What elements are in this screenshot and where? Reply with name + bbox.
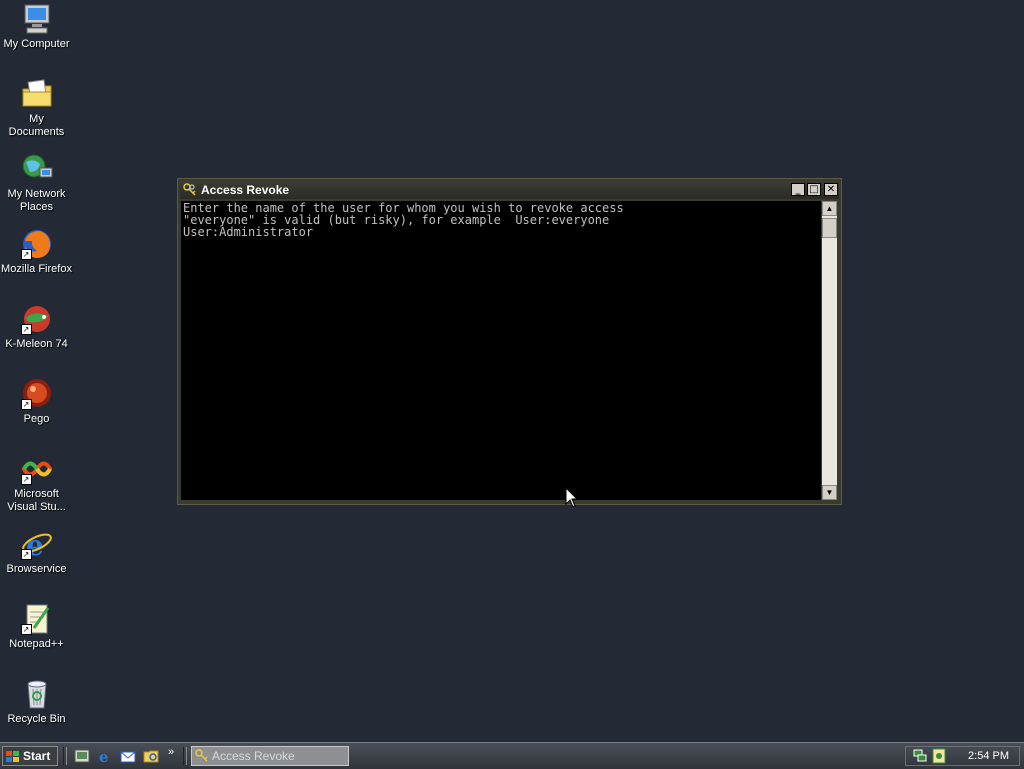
keys-icon: [183, 183, 197, 197]
keys-icon: [195, 749, 209, 763]
tray-app-icon[interactable]: [930, 747, 948, 765]
taskbar-separator: [63, 747, 67, 765]
start-label: Start: [23, 749, 51, 763]
my-documents-icon: [20, 77, 54, 111]
recycle-bin-icon: [20, 677, 54, 711]
console-line: User:Administrator: [183, 225, 314, 239]
window-titlebar[interactable]: Access Revoke _ □ ✕: [180, 181, 839, 199]
shortcut-arrow-icon: ↗: [20, 549, 32, 560]
vertical-scrollbar[interactable]: ▲ ▼: [822, 201, 837, 500]
scroll-down-arrow-icon[interactable]: ▼: [822, 485, 837, 500]
desktop-icon-label: K-Meleon 74: [5, 338, 68, 350]
desktop-icon-label: Microsoft Visual Stu...: [7, 488, 66, 513]
desktop-icon-k-meleon[interactable]: ↗ K-Meleon 74: [0, 302, 73, 351]
my-network-places-icon: [20, 152, 54, 186]
scrollbar-thumb[interactable]: [822, 218, 837, 238]
shortcut-arrow-icon: ↗: [20, 624, 32, 635]
taskbar-separator: [183, 747, 187, 765]
network-tray-icon[interactable]: [912, 747, 930, 765]
windows-explorer-icon[interactable]: [142, 747, 160, 765]
task-label: Access Revoke: [212, 749, 295, 763]
desktop-icon-pego[interactable]: ↗ Pego: [0, 377, 73, 426]
clock[interactable]: 2:54 PM: [968, 750, 1009, 762]
desktop-icon-my-documents[interactable]: My Documents: [0, 77, 73, 139]
desktop-icon-label: My Network Places: [7, 188, 66, 213]
taskbar-button-access-revoke[interactable]: Access Revoke: [191, 746, 349, 766]
maximize-button[interactable]: □: [807, 183, 821, 196]
desktop-icon-label: Browservice: [6, 563, 67, 575]
quicklaunch-chevron-icon[interactable]: »: [168, 746, 174, 758]
desktop-icon-label: My Documents: [8, 113, 65, 138]
console-output[interactable]: Enter the name of the user for whom you …: [181, 201, 821, 500]
minimize-button[interactable]: _: [791, 183, 805, 196]
taskbar: Start e » Access Revoke 2:54 PM: [0, 742, 1024, 769]
desktop-icon-label: Recycle Bin: [7, 713, 66, 725]
start-button[interactable]: Start: [2, 746, 58, 766]
svg-text:e: e: [99, 748, 109, 765]
console-window[interactable]: Access Revoke _ □ ✕ Enter the name of th…: [177, 178, 842, 505]
firefox-icon: ↗: [20, 227, 54, 261]
visual-studio-icon: ↗: [20, 452, 54, 486]
mouse-cursor-icon: [565, 486, 579, 509]
desktop-icon-my-computer[interactable]: My Computer: [0, 2, 73, 51]
notepad-plus-plus-icon: ↗: [20, 602, 54, 636]
windows-flag-icon: [6, 750, 20, 762]
desktop-icon-label: Notepad++: [9, 638, 64, 650]
desktop-icon-my-network-places[interactable]: My Network Places: [0, 152, 73, 214]
scroll-up-arrow-icon[interactable]: ▲: [822, 201, 837, 216]
close-button[interactable]: ✕: [824, 183, 838, 196]
desktop-icon-recycle-bin[interactable]: Recycle Bin: [0, 677, 73, 726]
k-meleon-icon: ↗: [20, 302, 54, 336]
system-tray: 2:54 PM: [905, 746, 1020, 766]
desktop-icon-browservice[interactable]: e ↗ Browservice: [0, 527, 73, 576]
internet-explorer-quicklaunch-icon[interactable]: e: [96, 747, 114, 766]
pego-icon: ↗: [20, 377, 54, 411]
window-title: Access Revoke: [201, 183, 290, 197]
shortcut-arrow-icon: ↗: [20, 399, 32, 410]
show-desktop-icon[interactable]: [73, 747, 91, 765]
shortcut-arrow-icon: ↗: [20, 324, 32, 335]
outlook-express-icon[interactable]: [119, 747, 137, 765]
desktop-icon-label: My Computer: [3, 38, 70, 50]
shortcut-arrow-icon: ↗: [20, 474, 32, 485]
internet-explorer-icon: e ↗: [20, 527, 54, 562]
desktop-icon-label: Mozilla Firefox: [1, 263, 72, 275]
my-computer-icon: [20, 2, 54, 36]
desktop-icon-visual-studio[interactable]: ↗ Microsoft Visual Stu...: [0, 452, 73, 514]
desktop-icon-notepad-plus-plus[interactable]: ↗ Notepad++: [0, 602, 73, 651]
desktop-icon-label: Pego: [23, 413, 50, 425]
desktop-icon-mozilla-firefox[interactable]: ↗ Mozilla Firefox: [0, 227, 73, 276]
shortcut-arrow-icon: ↗: [20, 249, 32, 260]
